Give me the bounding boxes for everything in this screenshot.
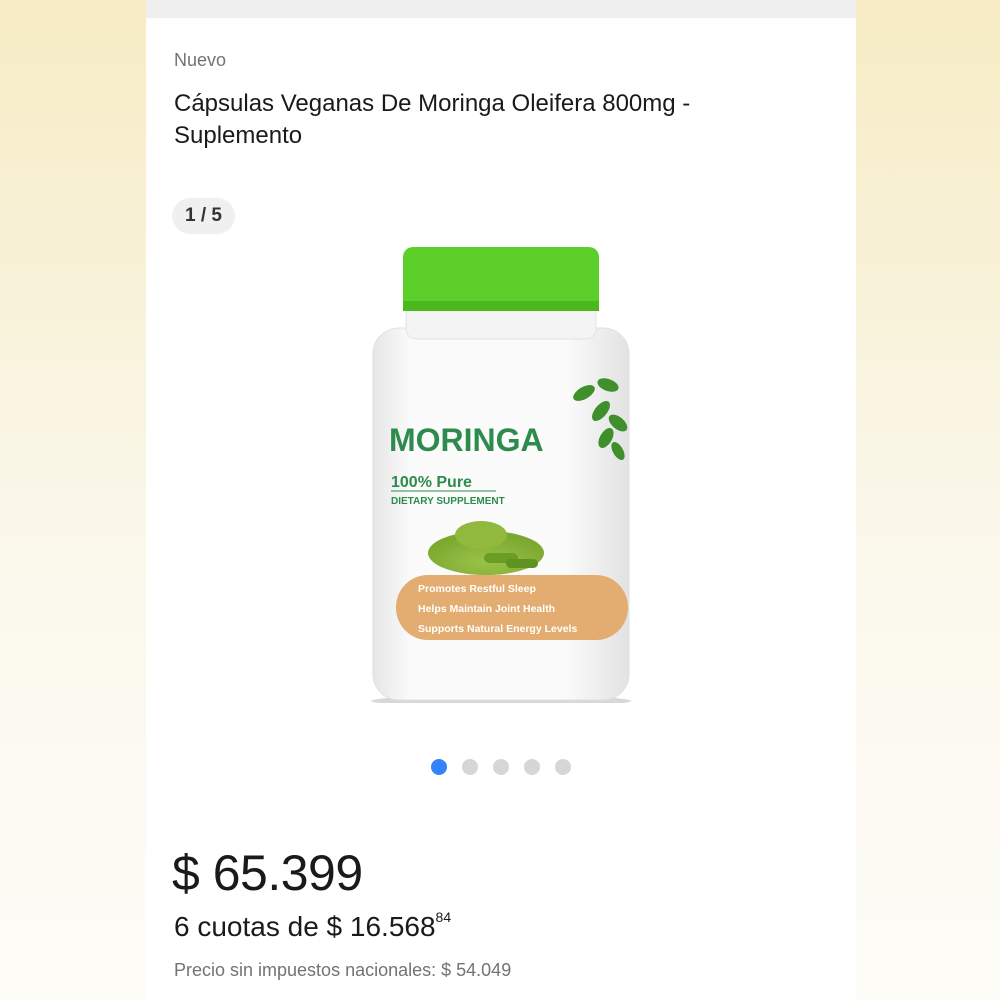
benefit-2: Helps Maintain Joint Health [418,603,555,615]
label-purity: 100% Pure [391,474,472,491]
product-title: Cápsulas Veganas De Moringa Oleifera 800… [174,90,691,149]
gallery-pagination [146,759,856,775]
page-background-left [0,0,146,1000]
label-subtitle: DIETARY SUPPLEMENT [391,496,505,507]
gallery-dot-1[interactable] [431,759,447,775]
item-condition: Nuevo [174,50,227,70]
powder-peak [455,521,507,549]
page-background-right [856,0,1000,1000]
gallery-dot-3[interactable] [493,759,509,775]
gallery-dot-2[interactable] [462,759,478,775]
price-without-taxes: Precio sin impuestos nacionales: $ 54.04… [174,960,512,980]
top-divider [146,0,856,18]
gallery-dot-4[interactable] [524,759,540,775]
installments-amount: 6 cuotas de $ 16.568 [174,911,436,942]
capsule-2 [506,559,538,568]
product-image[interactable]: MORINGA 100% Pure DIETARY SUPPLEMENT Pro… [356,223,646,703]
product-card: Nuevo Cápsulas Veganas De Moringa Oleife… [146,18,856,1000]
benefit-1: Promotes Restful Sleep [418,583,536,595]
cap-rim [403,301,599,311]
product-price: $ 65.399 [172,845,363,901]
benefit-3: Supports Natural Energy Levels [418,623,577,635]
bottle-body [372,327,630,701]
label-brand: MORINGA [389,422,544,458]
installments-cents: 84 [435,908,452,925]
gallery-counter: 1 / 5 [172,198,235,234]
installments-info: 6 cuotas de $ 16.56884 [174,908,452,943]
gallery-dot-5[interactable] [555,759,571,775]
